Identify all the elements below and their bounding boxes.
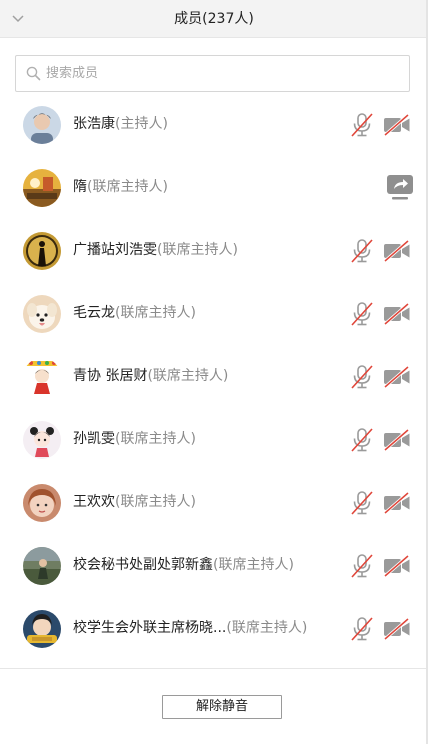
avatar <box>23 421 61 459</box>
member-name: 广播站刘浩雯(联席主持人) <box>73 219 238 282</box>
search-input[interactable] <box>46 58 386 89</box>
avatar <box>23 610 61 648</box>
member-role: (联席主持人) <box>87 179 168 195</box>
camera-off-button[interactable] <box>383 239 411 263</box>
mic-muted-icon <box>351 428 373 452</box>
member-name-text: 隋 <box>73 179 87 195</box>
mic-muted-icon <box>351 239 373 263</box>
member-name: 校学生会外联主席杨晓...(联席主持人) <box>73 597 307 660</box>
avatar <box>23 358 61 396</box>
mic-muted-button[interactable] <box>350 553 374 579</box>
member-name-text: 张浩康 <box>73 116 115 132</box>
camera-off-icon <box>383 113 410 137</box>
member-role: (联席主持人) <box>115 431 196 447</box>
member-row[interactable]: 毛云龙(联席主持人) <box>0 282 428 345</box>
mic-muted-button[interactable] <box>350 616 374 642</box>
mic-muted-icon <box>351 113 373 137</box>
avatar <box>23 295 61 333</box>
mic-muted-button[interactable] <box>350 427 374 453</box>
member-name: 孙凯雯(联席主持人) <box>73 408 196 471</box>
member-name-text: 校学生会外联主席杨晓... <box>73 620 227 636</box>
mic-muted-icon <box>351 554 373 578</box>
mic-muted-button[interactable] <box>350 112 374 138</box>
member-role: (联席主持人) <box>147 368 229 384</box>
member-name-text: 孙凯雯 <box>73 431 115 447</box>
members-footer: 解除静音 <box>0 668 428 744</box>
camera-off-icon <box>383 428 410 452</box>
camera-off-icon <box>383 302 410 326</box>
member-name: 青协 张居财(联席主持人) <box>73 345 228 408</box>
member-row[interactable]: 青协 张居财(联席主持人) <box>0 345 428 408</box>
members-panel-header: 成员(237人) <box>0 0 428 38</box>
member-row[interactable]: 校学生会外联主席杨晓...(联席主持人) <box>0 597 428 660</box>
screen-share-indicator[interactable] <box>386 173 414 201</box>
avatar <box>23 169 61 207</box>
member-role: (联席主持人) <box>115 305 196 321</box>
avatar <box>23 547 61 585</box>
mic-muted-icon <box>351 365 373 389</box>
member-name: 毛云龙(联席主持人) <box>73 282 196 345</box>
camera-off-button[interactable] <box>383 428 411 452</box>
member-role: (联席主持人) <box>213 557 294 573</box>
member-role: (联席主持人) <box>157 242 238 258</box>
search-box[interactable] <box>15 55 410 92</box>
camera-off-button[interactable] <box>383 554 411 578</box>
camera-off-button[interactable] <box>383 113 411 137</box>
member-name-text: 青协 张居财 <box>73 368 148 384</box>
avatar <box>23 232 61 270</box>
member-row[interactable]: 张浩康(主持人) <box>0 93 428 156</box>
member-name-text: 校会秘书处副处郭新鑫 <box>73 557 213 573</box>
member-name: 王欢欢(联席主持人) <box>73 471 196 534</box>
member-name-text: 王欢欢 <box>73 494 115 510</box>
avatar <box>23 106 61 144</box>
member-row[interactable]: 广播站刘浩雯(联席主持人) <box>0 219 428 282</box>
member-row[interactable]: 隋(联席主持人) <box>0 156 428 219</box>
member-role: (联席主持人) <box>226 620 308 636</box>
panel-title: 成员(237人) <box>174 11 254 27</box>
member-name: 隋(联席主持人) <box>73 156 168 219</box>
mic-muted-icon <box>351 491 373 515</box>
member-row[interactable]: 孙凯雯(联席主持人) <box>0 408 428 471</box>
member-list: 张浩康(主持人) 隋(联席主持人) 广播站刘浩雯(联席主持人) 毛云龙(联席主持… <box>0 93 428 667</box>
camera-off-button[interactable] <box>383 365 411 389</box>
camera-off-icon <box>383 239 410 263</box>
member-row[interactable]: 王欢欢(联席主持人) <box>0 471 428 534</box>
member-name-text: 毛云龙 <box>73 305 115 321</box>
camera-off-icon <box>383 365 410 389</box>
mic-muted-icon <box>351 302 373 326</box>
mic-muted-button[interactable] <box>350 364 374 390</box>
screen-share-icon <box>387 175 413 200</box>
member-role: (联席主持人) <box>115 494 196 510</box>
mic-muted-button[interactable] <box>350 301 374 327</box>
mic-muted-icon <box>351 617 373 641</box>
camera-off-icon <box>383 554 410 578</box>
member-name-text: 广播站刘浩雯 <box>73 242 157 258</box>
unmute-button[interactable]: 解除静音 <box>162 695 282 719</box>
mic-muted-button[interactable] <box>350 490 374 516</box>
camera-off-button[interactable] <box>383 491 411 515</box>
member-row[interactable]: 校会秘书处副处郭新鑫(联席主持人) <box>0 534 428 597</box>
search-icon <box>25 66 41 82</box>
member-name: 张浩康(主持人) <box>73 93 168 156</box>
mic-muted-button[interactable] <box>350 238 374 264</box>
camera-off-icon <box>383 491 410 515</box>
member-name: 校会秘书处副处郭新鑫(联席主持人) <box>73 534 294 597</box>
member-role: (主持人) <box>115 116 168 132</box>
camera-off-button[interactable] <box>383 617 411 641</box>
camera-off-button[interactable] <box>383 302 411 326</box>
avatar <box>23 484 61 522</box>
camera-off-icon <box>383 617 410 641</box>
